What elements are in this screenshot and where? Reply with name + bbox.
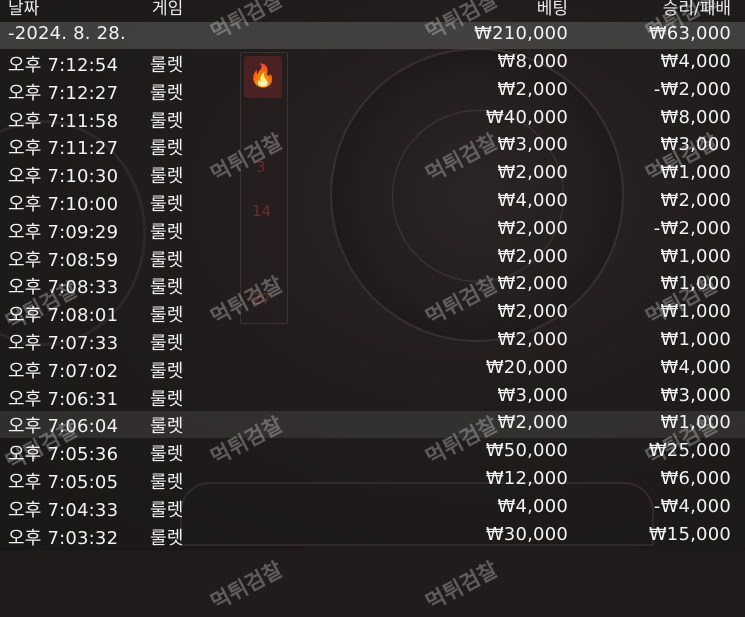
table-row[interactable]: 오후 7:10:00 룰렛 ₩4,000 ₩2,000 [0, 189, 745, 216]
row-time: 오후 7:07:02 [8, 360, 119, 382]
row-game: 룰렛 [150, 472, 184, 493]
row-result: ₩3,000 [660, 384, 731, 406]
row-game: 룰렛 [150, 55, 184, 76]
row-game: 룰렛 [150, 499, 184, 521]
row-time: 오후 7:12:54 [8, 55, 119, 76]
table-row[interactable]: 오후 7:04:33 룰렛 ₩4,000 -₩4,000 [0, 495, 745, 522]
header-date[interactable]: 날짜 [8, 0, 39, 19]
row-bet: ₩2,000 [497, 162, 568, 184]
row-time: 오후 7:03:32 [8, 527, 119, 549]
row-bet: ₩3,000 [497, 384, 568, 406]
row-result: -₩2,000 [653, 217, 731, 239]
watermark-text: 먹튀검찰 [206, 557, 287, 615]
header-bet[interactable]: 베팅 [537, 0, 568, 19]
row-game: 룰렛 [150, 82, 184, 104]
row-time: 오후 7:06:31 [8, 388, 119, 410]
row-result: ₩4,000 [660, 356, 731, 378]
row-time: 오후 7:09:29 [8, 221, 119, 243]
row-time: 오후 7:07:33 [8, 333, 119, 354]
row-game: 룰렛 [150, 194, 184, 215]
row-result: ₩4,000 [660, 51, 731, 72]
row-time: 오후 7:11:58 [8, 110, 119, 132]
row-result: ₩6,000 [660, 468, 731, 489]
row-time: 오후 7:08:59 [8, 249, 119, 271]
row-bet: ₩40,000 [485, 106, 568, 128]
table-row[interactable]: 오후 7:12:27 룰렛 ₩2,000 -₩2,000 [0, 78, 745, 105]
date-group-row[interactable]: -2024. 8. 28. ₩210,000 ₩63,000 [0, 22, 745, 49]
header-game[interactable]: 게임 [152, 0, 183, 19]
row-game: 룰렛 [150, 527, 184, 549]
table-row[interactable]: 오후 7:10:30 룰렛 ₩2,000 ₩1,000 [0, 161, 745, 188]
row-bet: ₩4,000 [497, 190, 568, 211]
date-group-label: -2024. 8. 28. [8, 23, 126, 44]
row-bet: ₩2,000 [497, 412, 568, 434]
row-result: -₩4,000 [653, 495, 731, 517]
row-bet: ₩12,000 [485, 468, 568, 489]
row-result: ₩1,000 [660, 329, 731, 350]
row-time: 오후 7:10:00 [8, 194, 119, 215]
table-row[interactable]: 오후 7:06:04 룰렛 ₩2,000 ₩1,000 [0, 411, 745, 439]
row-game: 룰렛 [150, 138, 184, 160]
row-time: 오후 7:11:27 [8, 138, 119, 160]
row-time: 오후 7:12:27 [8, 82, 119, 104]
row-game: 룰렛 [150, 277, 184, 299]
row-bet: ₩20,000 [485, 356, 568, 378]
table-row[interactable]: 오후 7:11:27 룰렛 ₩3,000 ₩3,000 [0, 133, 745, 160]
date-group-bet-total: ₩210,000 [474, 23, 568, 44]
row-bet: ₩8,000 [497, 51, 568, 72]
row-bet: ₩2,000 [497, 273, 568, 295]
row-bet: ₩2,000 [497, 245, 568, 267]
table-row[interactable]: 오후 7:07:02 룰렛 ₩20,000 ₩4,000 [0, 356, 745, 383]
row-time: 오후 7:05:05 [8, 472, 119, 493]
table-header: 날짜 게임 베팅 승리/패배 [0, 0, 745, 22]
row-game: 룰렛 [150, 221, 184, 243]
row-game: 룰렛 [150, 416, 184, 438]
table-row[interactable]: 오후 7:08:01 룰렛 ₩2,000 ₩1,000 [0, 300, 745, 327]
row-result: -₩2,000 [653, 78, 731, 100]
row-time: 오후 7:10:30 [8, 166, 119, 188]
row-game: 룰렛 [150, 360, 184, 382]
row-bet: ₩50,000 [485, 440, 568, 462]
row-game: 룰렛 [150, 166, 184, 188]
row-result: ₩8,000 [660, 106, 731, 128]
table-row[interactable]: 오후 7:08:59 룰렛 ₩2,000 ₩1,000 [0, 245, 745, 272]
row-result: ₩15,000 [648, 523, 731, 545]
row-game: 룰렛 [150, 305, 184, 327]
table-row[interactable]: 오후 7:07:33 룰렛 ₩2,000 ₩1,000 [0, 328, 745, 355]
table-row[interactable]: 오후 7:05:36 룰렛 ₩50,000 ₩25,000 [0, 439, 745, 466]
row-bet: ₩2,000 [497, 78, 568, 100]
row-game: 룰렛 [150, 249, 184, 271]
row-result: ₩2,000 [660, 190, 731, 211]
table-row[interactable]: 오후 7:12:54 룰렛 ₩8,000 ₩4,000 [0, 50, 745, 77]
row-time: 오후 7:04:33 [8, 499, 119, 521]
row-bet: ₩2,000 [497, 301, 568, 323]
table-row[interactable]: 오후 7:06:31 룰렛 ₩3,000 ₩3,000 [0, 384, 745, 411]
row-game: 룰렛 [150, 388, 184, 410]
table-row[interactable]: 오후 7:08:33 룰렛 ₩2,000 ₩1,000 [0, 272, 745, 299]
table-row[interactable]: 오후 7:09:29 룰렛 ₩2,000 -₩2,000 [0, 217, 745, 244]
row-bet: ₩30,000 [485, 523, 568, 545]
row-bet: ₩2,000 [497, 217, 568, 239]
table-row[interactable]: 오후 7:11:58 룰렛 ₩40,000 ₩8,000 [0, 106, 745, 133]
table-row[interactable]: 오후 7:03:32 룰렛 ₩30,000 ₩15,000 [0, 523, 745, 550]
table-row[interactable]: 오후 7:05:05 룰렛 ₩12,000 ₩6,000 [0, 467, 745, 494]
row-game: 룰렛 [150, 110, 184, 132]
row-game: 룰렛 [150, 333, 184, 354]
watermark-text: 먹튀검찰 [421, 557, 502, 615]
row-bet: ₩2,000 [497, 329, 568, 350]
row-result: ₩1,000 [660, 245, 731, 267]
row-bet: ₩3,000 [497, 134, 568, 156]
row-game: 룰렛 [150, 444, 184, 466]
row-bet: ₩4,000 [497, 495, 568, 517]
